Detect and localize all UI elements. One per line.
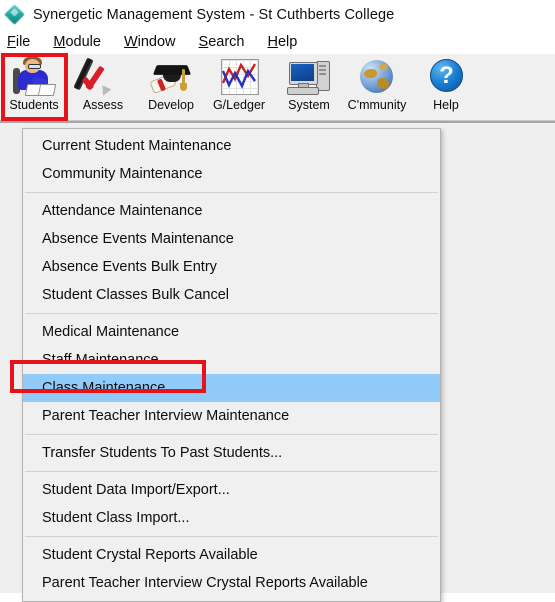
diamond-icon bbox=[3, 3, 26, 26]
menubar-item-file-rest: ile bbox=[15, 33, 31, 50]
menu-item-student-data-import-export[interactable]: Student Data Import/Export... bbox=[23, 476, 440, 504]
toolbar-button-develop-label: Develop bbox=[148, 98, 194, 112]
graduation-cap-icon bbox=[149, 57, 193, 97]
menubar-item-module-rest: odule bbox=[65, 33, 101, 50]
toolbar-button-assess-label: Assess bbox=[82, 98, 124, 112]
student-reading-icon bbox=[12, 57, 57, 97]
toolbar-button-community[interactable]: C'mmunity bbox=[343, 56, 411, 119]
menu-item-class-maintenance[interactable]: Class Maintenance bbox=[23, 374, 440, 402]
menu-item-student-crystal-reports-available[interactable]: Student Crystal Reports Available bbox=[23, 541, 440, 569]
menubar-item-search-rest: earch bbox=[208, 33, 245, 50]
toolbar-button-students[interactable]: Students bbox=[0, 56, 68, 119]
menu-item-current-student-maintenance[interactable]: Current Student Maintenance bbox=[23, 132, 440, 160]
menu-separator bbox=[25, 192, 438, 193]
toolbar-button-community-label: C'mmunity bbox=[347, 98, 407, 112]
menu-item-community-maintenance[interactable]: Community Maintenance bbox=[23, 160, 440, 188]
line-chart-icon bbox=[217, 57, 261, 97]
menu-item-attendance-maintenance[interactable]: Attendance Maintenance bbox=[23, 197, 440, 225]
menubar-item-window[interactable]: Window bbox=[124, 34, 176, 50]
toolbar-button-develop[interactable]: Develop bbox=[137, 56, 205, 119]
toolbar-button-help[interactable]: ? Help bbox=[412, 56, 480, 119]
question-mark-icon: ? bbox=[424, 57, 468, 97]
toolbar-button-gledger[interactable]: G/Ledger bbox=[205, 56, 273, 119]
menu-item-absence-events-maintenance[interactable]: Absence Events Maintenance bbox=[23, 225, 440, 253]
menubar-item-module[interactable]: Module bbox=[53, 34, 101, 50]
menubar-item-help[interactable]: Help bbox=[267, 34, 297, 50]
menubar-item-help-accelerator: H bbox=[267, 33, 278, 50]
window-title: Synergetic Management System - St Cuthbe… bbox=[33, 6, 395, 23]
toolbar: Students Assess Develop G/Ledger System … bbox=[0, 54, 555, 151]
menu-item-parent-teacher-interview-maintenance[interactable]: Parent Teacher Interview Maintenance bbox=[23, 402, 440, 430]
menubar-item-window-rest: indow bbox=[137, 33, 176, 50]
globe-icon bbox=[355, 57, 399, 97]
menubar-item-file-accelerator: F bbox=[7, 33, 16, 50]
menubar-item-window-accelerator: W bbox=[123, 33, 138, 50]
menu-item-transfer-students-to-past-students[interactable]: Transfer Students To Past Students... bbox=[23, 439, 440, 467]
students-dropdown-menu: Current Student Maintenance Community Ma… bbox=[22, 128, 441, 602]
pen-checkmark-icon bbox=[73, 57, 125, 98]
toolbar-button-gledger-label: G/Ledger bbox=[212, 98, 266, 112]
toolbar-button-system[interactable]: System bbox=[275, 56, 343, 119]
menu-separator bbox=[25, 536, 438, 537]
menubar-item-module-accelerator: M bbox=[53, 33, 66, 50]
title-bar: Synergetic Management System - St Cuthbe… bbox=[0, 0, 555, 29]
toolbar-button-students-label: Students bbox=[9, 98, 59, 112]
menubar-item-search[interactable]: Search bbox=[199, 34, 245, 50]
toolbar-button-help-label: Help bbox=[433, 98, 459, 112]
menu-separator bbox=[25, 471, 438, 472]
menu-item-student-classes-bulk-cancel[interactable]: Student Classes Bulk Cancel bbox=[23, 281, 440, 309]
menu-item-staff-maintenance[interactable]: Staff Maintenance bbox=[23, 346, 440, 374]
menubar-item-search-accelerator: S bbox=[198, 33, 209, 50]
computer-icon bbox=[287, 57, 331, 97]
menu-item-student-class-import[interactable]: Student Class Import... bbox=[23, 504, 440, 532]
menu-separator bbox=[25, 434, 438, 435]
menu-item-absence-events-bulk-entry[interactable]: Absence Events Bulk Entry bbox=[23, 253, 440, 281]
menu-separator bbox=[25, 313, 438, 314]
menu-bar: File Module Window Search Help bbox=[0, 29, 555, 54]
menubar-item-help-rest: elp bbox=[277, 33, 298, 50]
menubar-item-file[interactable]: File bbox=[7, 34, 30, 50]
toolbar-button-assess[interactable]: Assess bbox=[69, 56, 137, 119]
menu-item-medical-maintenance[interactable]: Medical Maintenance bbox=[23, 318, 440, 346]
toolbar-button-system-label: System bbox=[288, 98, 330, 112]
